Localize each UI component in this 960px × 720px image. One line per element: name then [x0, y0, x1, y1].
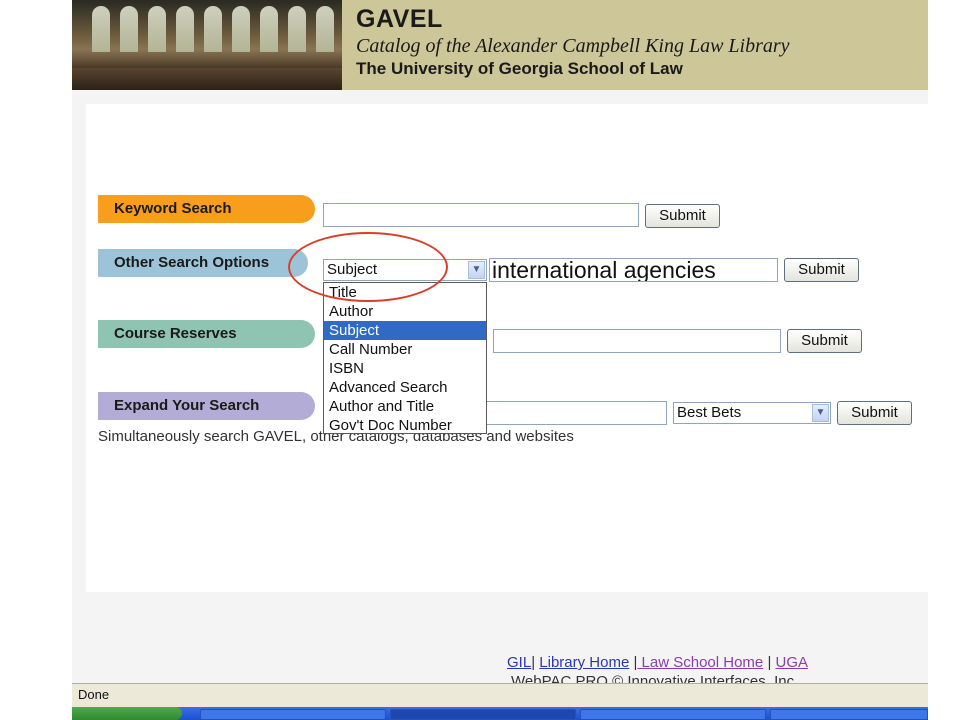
- course-reserves-submit-button[interactable]: Submit: [787, 329, 862, 353]
- windows-taskbar: [72, 707, 928, 720]
- dropdown-option-subject[interactable]: Subject: [324, 321, 486, 340]
- dropdown-option-author[interactable]: Author: [324, 302, 486, 321]
- taskbar-item[interactable]: [390, 709, 576, 720]
- dropdown-option-advanced-search[interactable]: Advanced Search: [324, 378, 486, 397]
- footer-link-gil[interactable]: GIL: [507, 654, 531, 671]
- footer-separator: |: [767, 654, 772, 671]
- keyword-search-label: Keyword Search: [98, 195, 315, 223]
- expand-scope-select[interactable]: Best Bets ▼: [673, 402, 831, 424]
- expand-search-submit-button[interactable]: Submit: [837, 401, 912, 425]
- institution-name: The University of Georgia School of Law: [356, 59, 683, 78]
- footer-separator: |: [531, 654, 536, 671]
- other-search-input[interactable]: international agencies: [489, 258, 778, 282]
- status-text: Done: [78, 687, 110, 702]
- annotation-highlight-ring: [288, 232, 448, 302]
- chevron-down-icon[interactable]: ▼: [468, 261, 485, 279]
- catalog-subtitle: Catalog of the Alexander Campbell King L…: [356, 35, 790, 57]
- start-button[interactable]: [72, 707, 182, 720]
- browser-status-bar: Done: [72, 683, 928, 707]
- footer-copyright: WebPAC PRO © Innovative Interfaces, Inc.: [511, 673, 799, 683]
- dropdown-option-govt-doc-number[interactable]: Gov't Doc Number: [324, 416, 486, 435]
- footer-link-law-school-home[interactable]: Law School Home: [637, 654, 764, 671]
- header-banner: GAVEL Catalog of the Alexander Campbell …: [72, 0, 928, 90]
- taskbar-item[interactable]: [580, 709, 766, 720]
- footer-links: GIL| Library Home | Law School Home | UG…: [507, 654, 808, 671]
- search-type-dropdown-list[interactable]: Title Author Subject Call Number ISBN Ad…: [323, 282, 487, 434]
- header-text: GAVEL Catalog of the Alexander Campbell …: [356, 4, 790, 80]
- expand-search-input[interactable]: [485, 401, 667, 425]
- expand-scope-selected: Best Bets: [677, 404, 742, 421]
- dropdown-option-isbn[interactable]: ISBN: [324, 359, 486, 378]
- keyword-search-input[interactable]: [323, 203, 639, 227]
- chevron-down-icon[interactable]: ▼: [812, 404, 829, 422]
- footer-link-uga[interactable]: UGA: [776, 654, 809, 671]
- keyword-submit-button[interactable]: Submit: [645, 204, 720, 228]
- footer-link-library-home[interactable]: Library Home: [539, 654, 629, 671]
- site-title: GAVEL: [356, 5, 443, 33]
- dropdown-option-call-number[interactable]: Call Number: [324, 340, 486, 359]
- taskbar-item[interactable]: [200, 709, 386, 720]
- dropdown-option-author-and-title[interactable]: Author and Title: [324, 397, 486, 416]
- course-reserves-label: Course Reserves: [98, 320, 315, 348]
- expand-search-label: Expand Your Search: [98, 392, 315, 420]
- other-search-options-label: Other Search Options: [98, 249, 308, 277]
- course-reserves-input[interactable]: [493, 329, 781, 353]
- library-reading-room-photo: [72, 0, 342, 90]
- taskbar-item[interactable]: [770, 709, 928, 720]
- other-search-submit-button[interactable]: Submit: [784, 258, 859, 282]
